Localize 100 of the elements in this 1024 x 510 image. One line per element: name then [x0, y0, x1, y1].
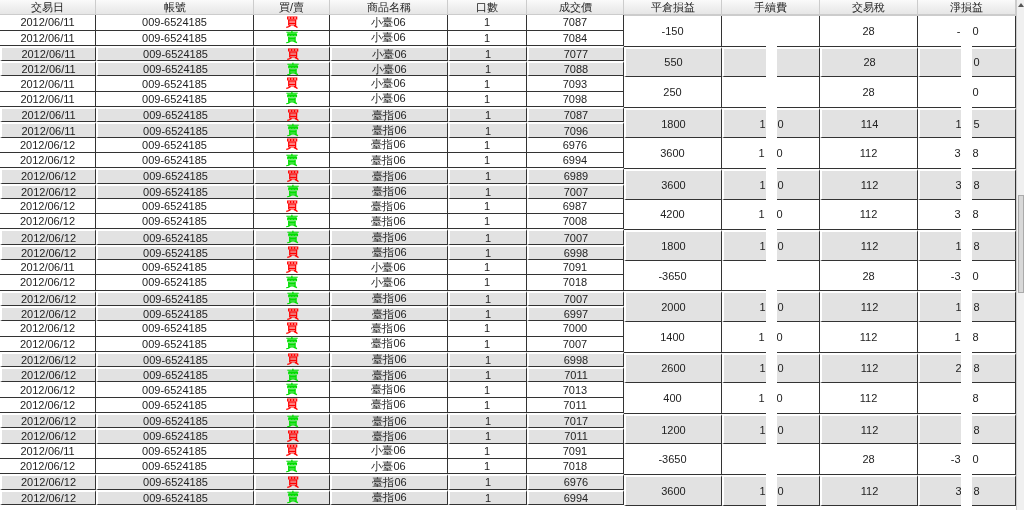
column-header[interactable]: 交易日 [0, 0, 96, 16]
table-cell: 7000 [527, 321, 624, 337]
side-label: 買 [285, 199, 298, 213]
table-cell: 小臺06 [330, 15, 448, 31]
table-cell: 400 [624, 383, 722, 414]
table-cell: 2600 [624, 352, 722, 384]
side-label: 賣 [286, 185, 299, 199]
table-cell: 28 [820, 16, 918, 47]
column-header[interactable]: 手續費 [722, 0, 820, 16]
column-header[interactable]: 買/賣 [254, 0, 330, 16]
table-cell: 7017 [527, 413, 624, 429]
column-header[interactable]: 交易稅 [820, 0, 918, 16]
side-label: 買 [286, 47, 299, 61]
table-cell: 3600 [624, 168, 722, 200]
side-label: 賣 [286, 124, 299, 138]
table-cell: 臺指06 [330, 107, 448, 123]
table-cell: 2012/06/12 [0, 214, 96, 230]
side-label: 賣 [286, 62, 299, 76]
table-cell: 550 [624, 46, 722, 78]
table-cell: -3 0 [918, 444, 1016, 475]
table-cell: 28 [820, 444, 918, 475]
table-cell: 2012/06/11 [0, 107, 96, 123]
table-cell: 2012/06/12 [0, 275, 96, 291]
side-label: 買 [285, 321, 298, 335]
table-cell: 112 [820, 199, 918, 231]
table-cell: 6989 [527, 168, 624, 184]
table-cell: 1 8 [918, 230, 1016, 261]
table-cell: 009-6524185 [96, 367, 254, 383]
table-cell: 1 [448, 367, 527, 383]
side-label: 買 [285, 77, 298, 91]
scrollbar[interactable] [1016, 0, 1024, 510]
column-header[interactable]: 商品名稱 [330, 0, 448, 16]
table-cell: 1 [448, 229, 527, 245]
side-label: 賣 [285, 31, 298, 45]
side-label: 買 [285, 138, 298, 152]
side-label: 賣 [285, 214, 298, 228]
table-cell: 250 [624, 77, 722, 108]
table-cell: 2012/06/12 [0, 382, 96, 398]
scroll-up-icon[interactable] [1018, 3, 1024, 7]
table-cell: 009-6524185 [96, 15, 254, 31]
table-cell: 3600 [624, 138, 722, 169]
table-cell: 3 8 [918, 138, 1016, 169]
side-label: 賣 [286, 414, 299, 428]
table-cell: 8 [918, 383, 1016, 414]
table-cell: 009-6524185 [96, 76, 254, 92]
table-cell: 1 [448, 61, 527, 77]
table-cell: -3650 [624, 444, 722, 475]
table-cell: 009-6524185 [96, 61, 254, 77]
table-cell: 1800 [624, 230, 722, 261]
side-label: 買 [285, 15, 298, 29]
table-cell: 009-6524185 [96, 275, 254, 291]
column-header[interactable]: 帳號 [96, 0, 254, 16]
side-label: 買 [286, 169, 299, 183]
table-cell: 1 [448, 413, 527, 429]
table-cell: 112 [820, 352, 918, 384]
side-label: 賣 [286, 491, 299, 505]
table-cell: 1 8 [918, 291, 1016, 322]
table-cell: 1 [448, 474, 527, 490]
table-cell: 009-6524185 [96, 122, 254, 138]
table-cell: -3650 [624, 260, 722, 292]
table-cell: 臺指06 [330, 428, 448, 444]
table-cell: 2012/06/12 [0, 428, 96, 444]
column-header[interactable]: 成交價 [527, 0, 624, 16]
side-label: 買 [286, 307, 299, 321]
side-label: 賣 [286, 292, 299, 306]
table-cell: 7087 [527, 107, 624, 123]
table-cell: 6976 [527, 474, 624, 490]
table-cell: 7093 [527, 76, 624, 92]
table-cell: 009-6524185 [96, 474, 254, 490]
side-label: 買 [286, 108, 299, 122]
table-cell: 112 [820, 474, 918, 506]
table-cell: 009-6524185 [96, 428, 254, 444]
table-cell: 2012/06/11 [0, 15, 96, 31]
table-cell: 7011 [527, 428, 624, 444]
side-label: 賣 [285, 383, 298, 397]
table-cell: 7088 [527, 61, 624, 77]
table-cell: 28 [820, 46, 918, 78]
table-cell: 0 [918, 77, 1016, 108]
column-header[interactable]: 口數 [448, 0, 527, 16]
table-cell: 1 [448, 214, 527, 230]
table-cell: 1200 [624, 413, 722, 445]
table-cell: 2012/06/11 [0, 122, 96, 138]
column-header[interactable]: 平倉損益 [624, 0, 722, 16]
table-cell: 7011 [527, 367, 624, 383]
table-cell: 7018 [527, 275, 624, 291]
scrollbar-thumb[interactable] [1018, 195, 1024, 293]
side-label: 賣 [285, 459, 298, 473]
side-label: 賣 [286, 368, 299, 382]
column-header[interactable]: 淨損益 [918, 0, 1016, 16]
table-cell: 112 [820, 138, 918, 169]
side-label: 買 [286, 246, 299, 260]
table-cell: 臺指06 [330, 168, 448, 184]
table-cell: 臺指06 [330, 382, 448, 398]
table-cell: 7096 [527, 122, 624, 138]
table-cell: 臺指06 [330, 367, 448, 383]
table-cell: 112 [820, 321, 918, 353]
table-cell: 009-6524185 [96, 168, 254, 184]
table-cell: 7091 [527, 260, 624, 276]
table-cell: 112 [820, 291, 918, 322]
table-cell: 2012/06/12 [0, 229, 96, 245]
